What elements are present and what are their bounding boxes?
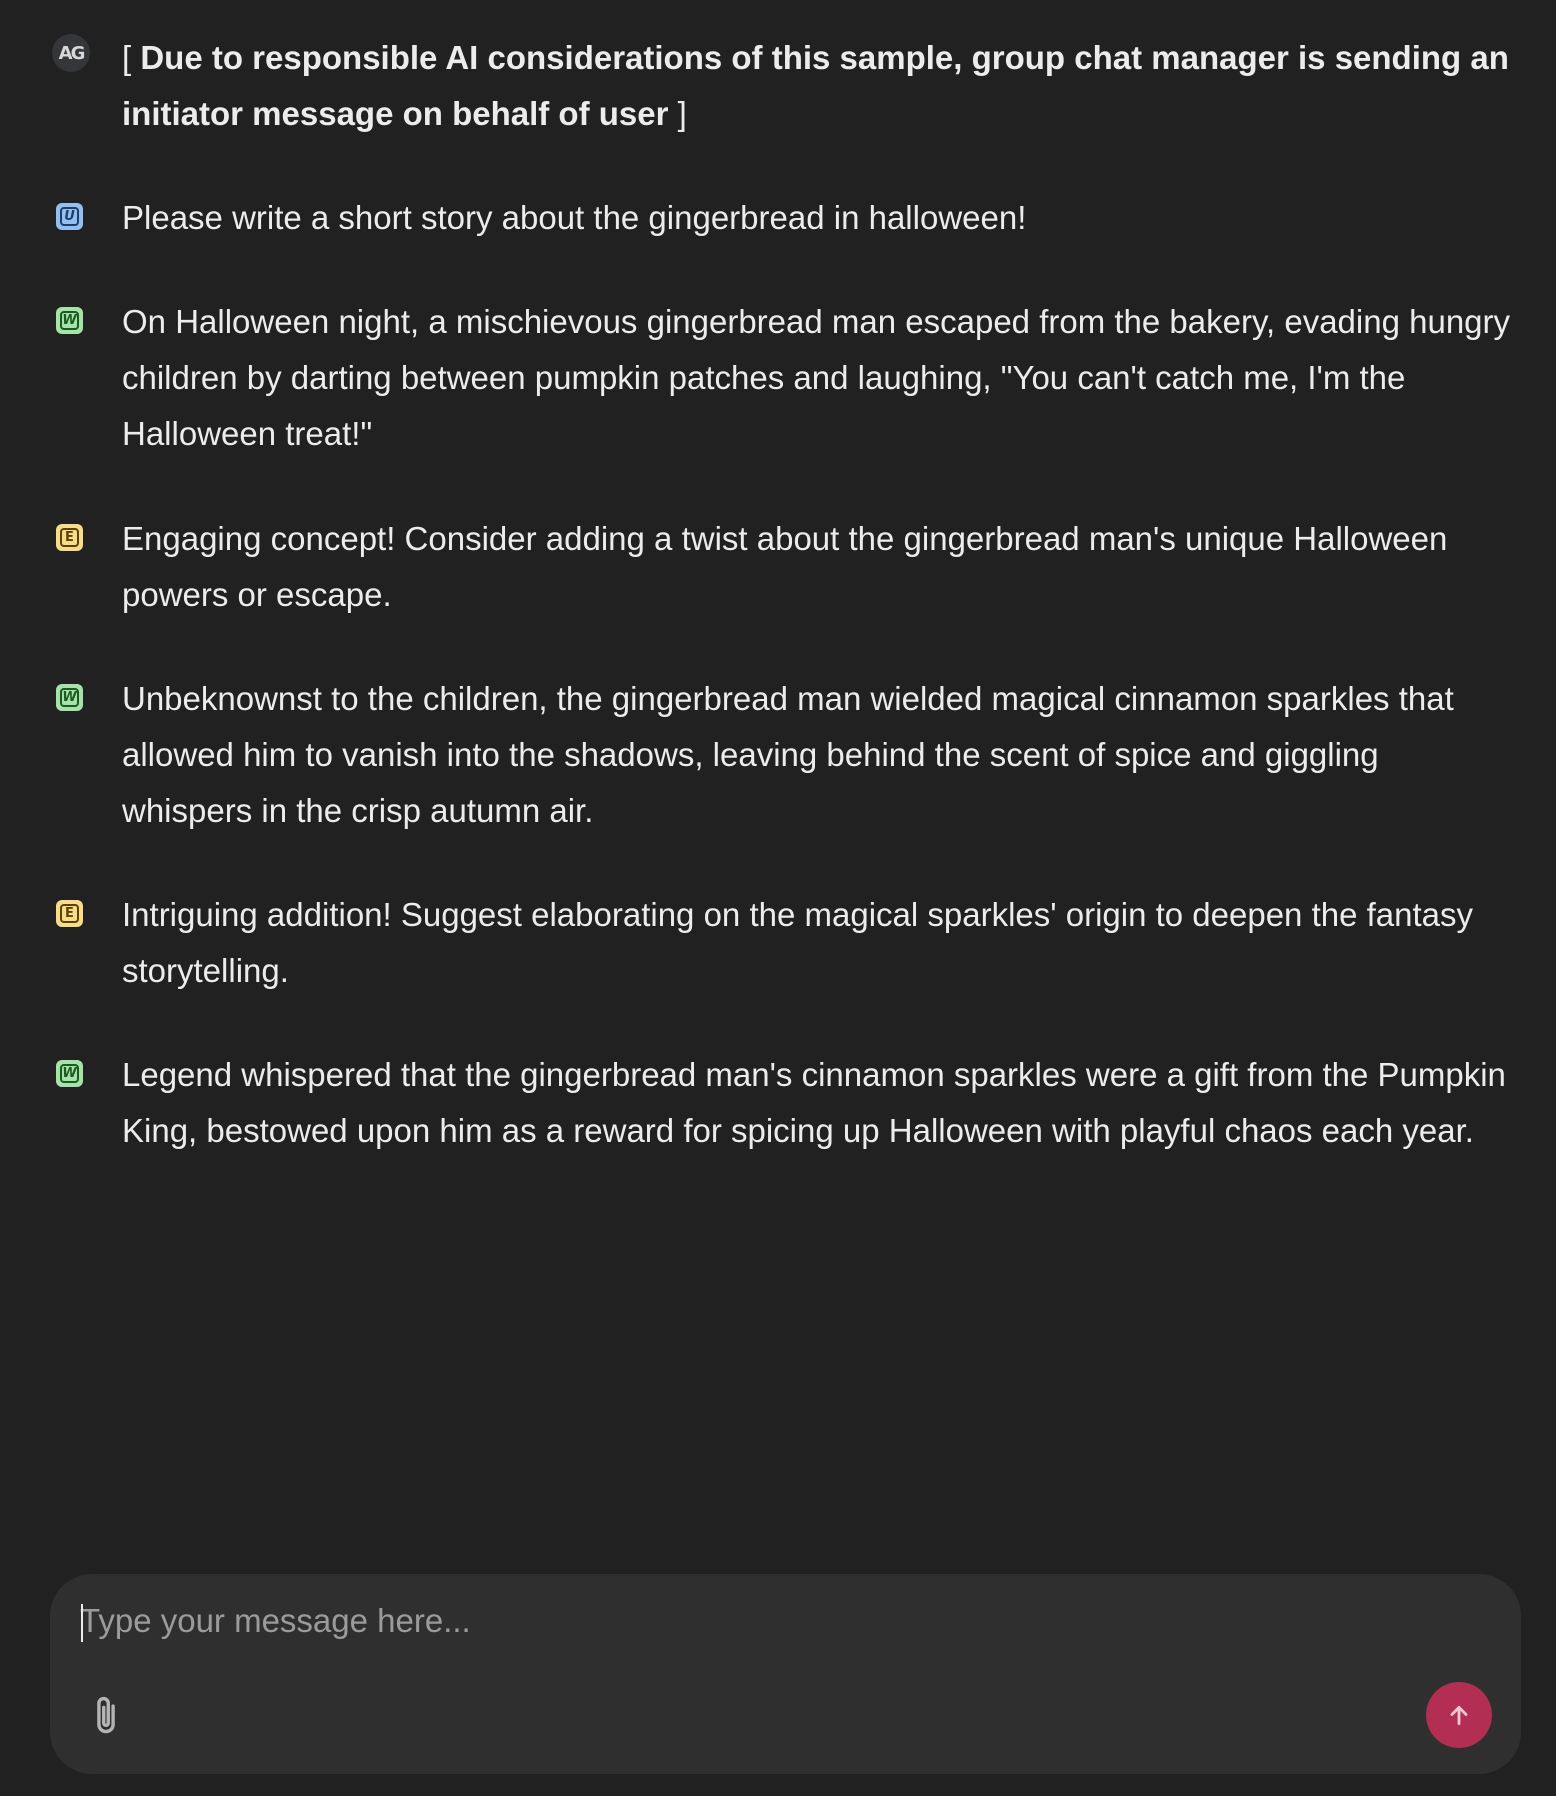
avatar-label: E	[65, 530, 74, 545]
editor-agent-icon: E	[56, 900, 83, 927]
message-text: [ Due to responsible AI considerations o…	[122, 30, 1512, 142]
initiator-text: Due to responsible AI considerations of …	[122, 39, 1509, 132]
avatar-label: AG	[58, 42, 86, 64]
writer-agent-icon: W	[56, 1060, 83, 1087]
avatar-label: U	[64, 209, 75, 224]
message-text: Engaging concept! Consider adding a twis…	[122, 520, 1448, 613]
message-input[interactable]	[80, 1596, 1460, 1646]
avatar-label: W	[62, 313, 77, 328]
bracket-close: ]	[668, 95, 687, 132]
message-text: Legend whispered that the gingerbread ma…	[122, 1056, 1506, 1149]
autogen-logo-icon: AG	[52, 34, 90, 72]
message-text: Intriguing addition! Suggest elaborating…	[122, 896, 1474, 989]
avatar-label: E	[65, 906, 74, 921]
text-caret	[81, 1604, 83, 1642]
writer-agent-icon: W	[56, 684, 83, 711]
arrow-up-icon	[1446, 1702, 1472, 1728]
user-agent-icon: U	[56, 203, 83, 230]
send-button[interactable]	[1426, 1682, 1492, 1748]
paperclip-icon[interactable]	[86, 1688, 126, 1744]
message-composer	[50, 1574, 1521, 1774]
editor-agent-icon: E	[56, 524, 83, 551]
message-text: Unbeknownst to the children, the gingerb…	[122, 680, 1454, 829]
writer-agent-icon: W	[56, 307, 83, 334]
avatar-label: W	[62, 690, 77, 705]
message-text: Please write a short story about the gin…	[122, 199, 1027, 236]
bracket-open: [	[122, 39, 141, 76]
message-text: On Halloween night, a mischievous ginger…	[122, 303, 1511, 452]
avatar-label: W	[62, 1066, 77, 1081]
